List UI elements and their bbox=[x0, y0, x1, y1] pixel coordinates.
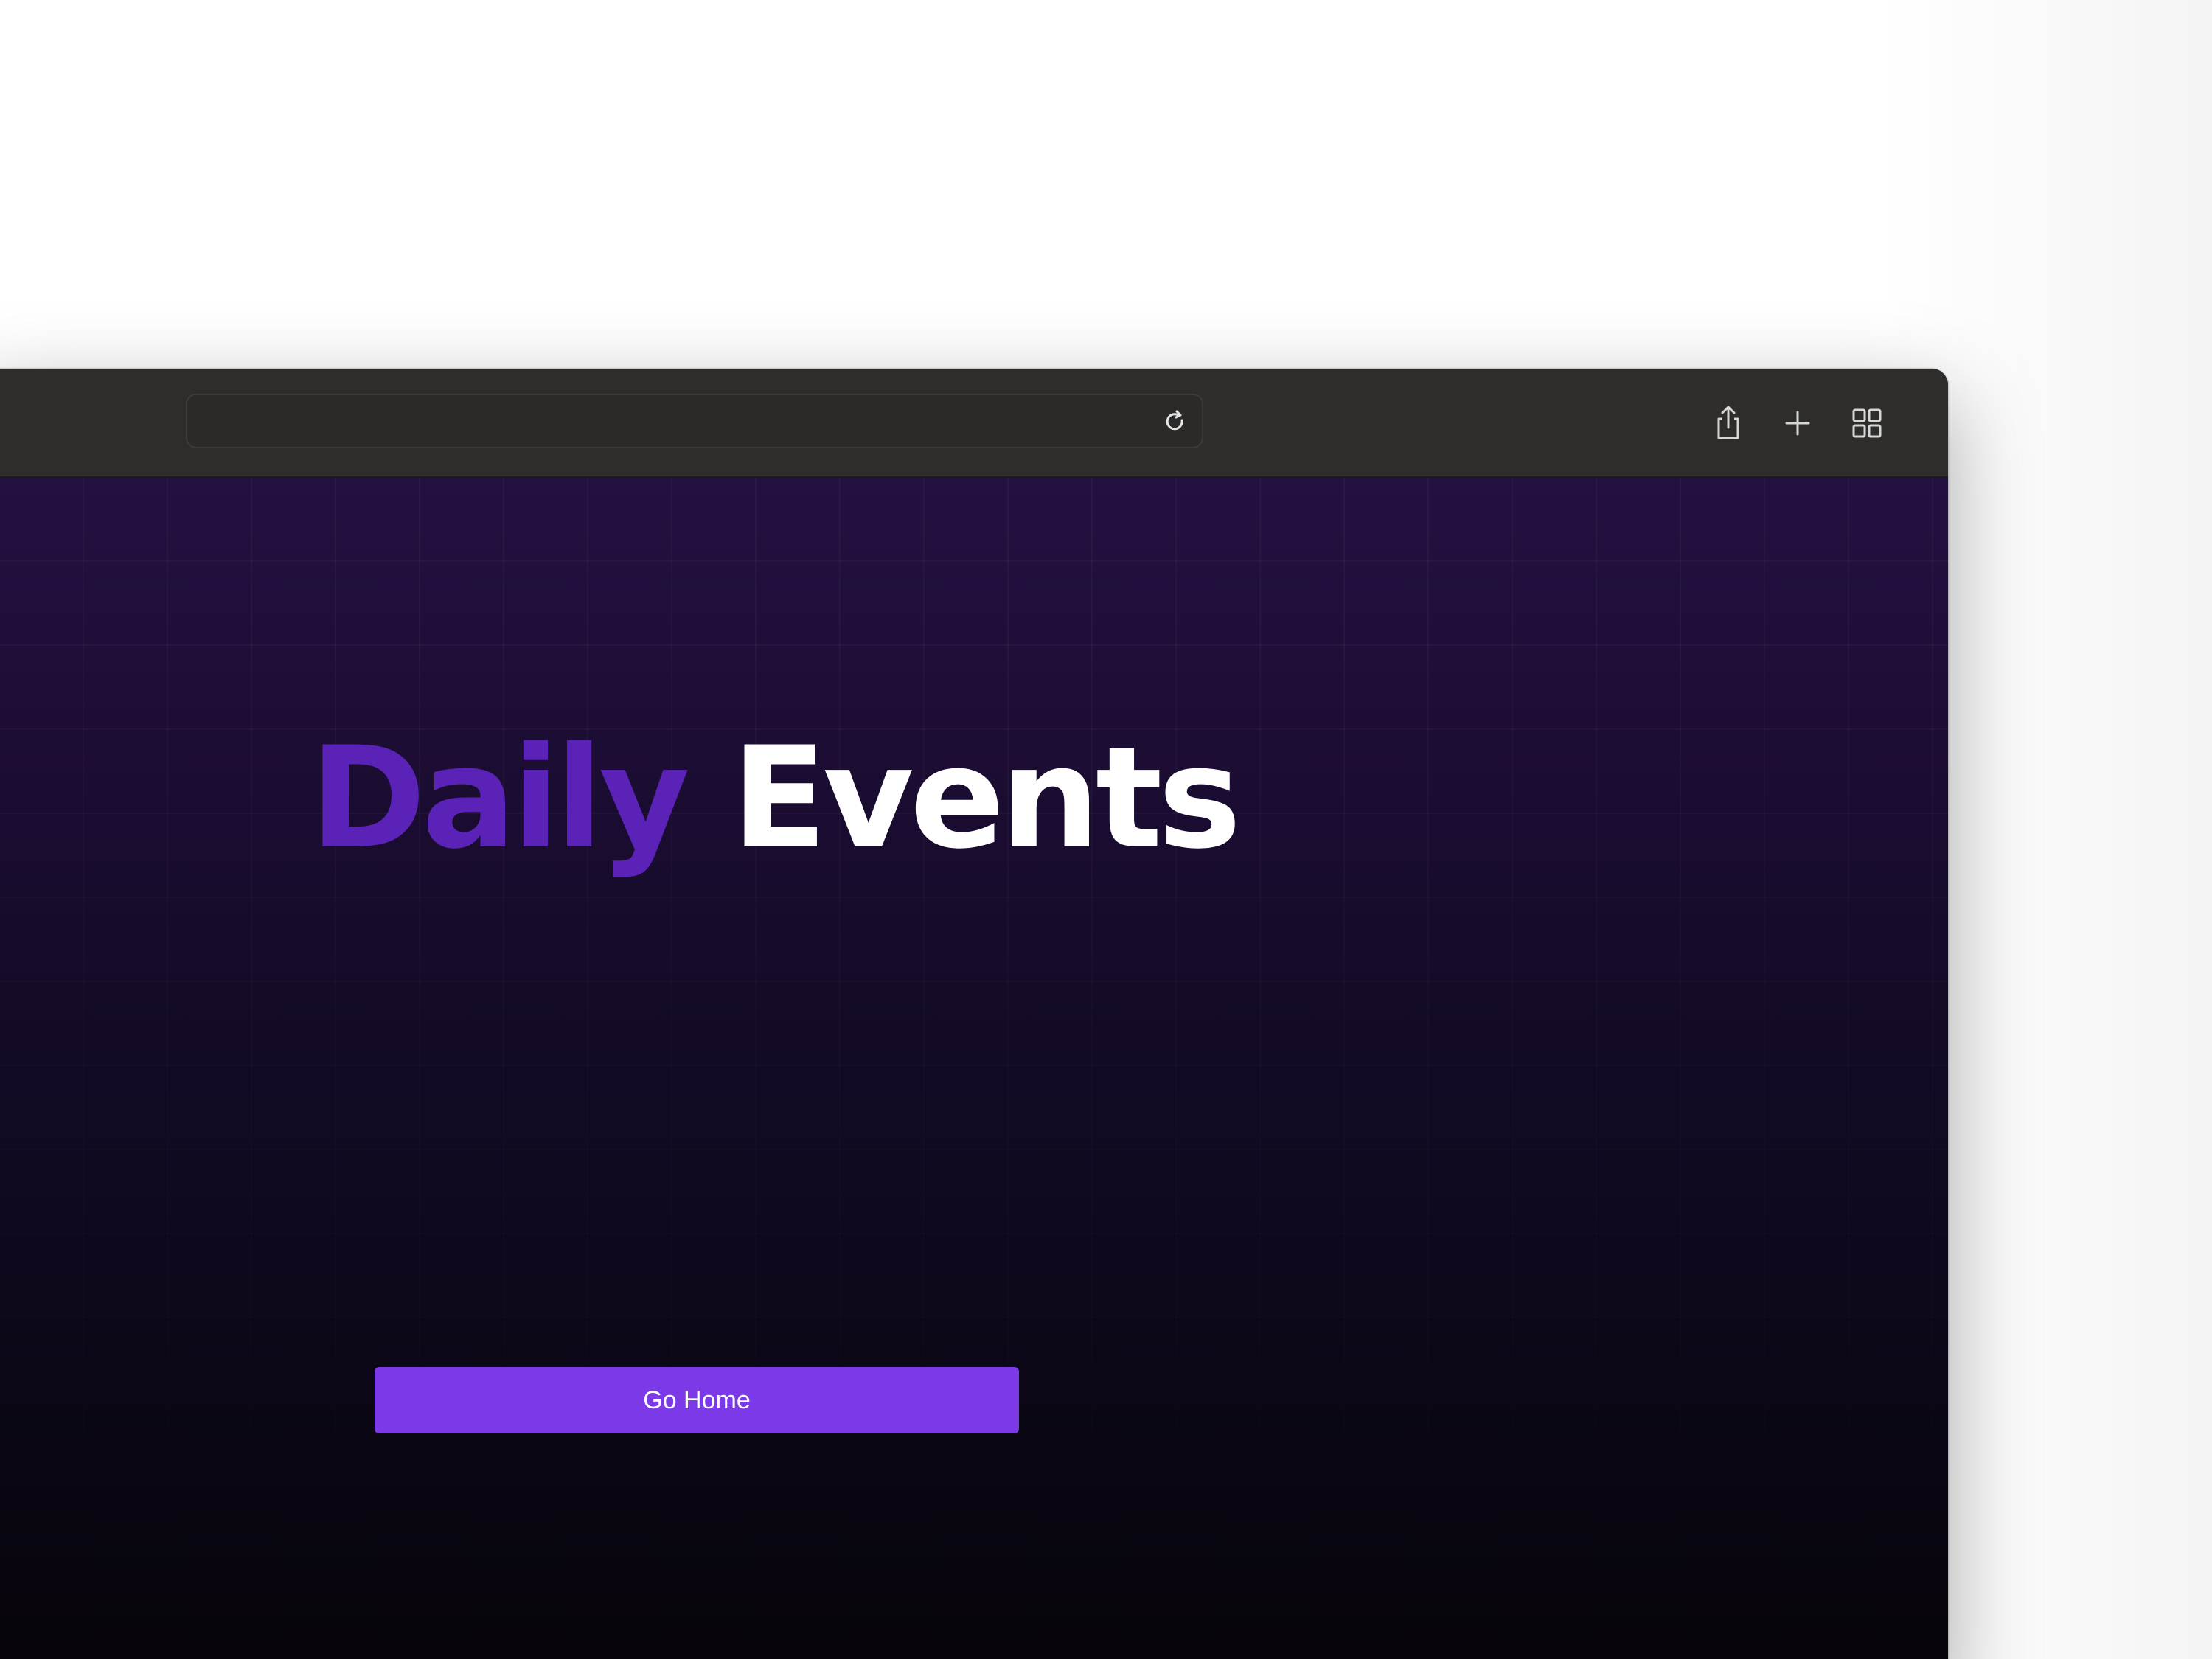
reload-button[interactable] bbox=[1159, 406, 1192, 438]
plus-icon bbox=[1785, 411, 1810, 436]
tab-overview-button[interactable] bbox=[1846, 403, 1888, 444]
browser-toolbar bbox=[0, 369, 1948, 478]
page-title: Daily Events bbox=[310, 728, 1242, 869]
share-icon bbox=[1717, 406, 1739, 439]
background-grid bbox=[0, 478, 1948, 1659]
title-word-events: Events bbox=[731, 717, 1242, 880]
title-word-daily: Daily bbox=[310, 717, 690, 880]
tab-grid-icon bbox=[1852, 408, 1882, 438]
desktop-background: Daily Events Go Home bbox=[0, 0, 2212, 1659]
go-home-button[interactable]: Go Home bbox=[375, 1367, 1019, 1433]
share-button[interactable] bbox=[1708, 403, 1749, 444]
reload-icon bbox=[1166, 410, 1183, 431]
address-bar[interactable] bbox=[186, 394, 1203, 448]
browser-window: Daily Events Go Home bbox=[0, 369, 1948, 1659]
new-tab-button[interactable] bbox=[1777, 403, 1818, 444]
page-viewport: Daily Events Go Home bbox=[0, 478, 1948, 1659]
